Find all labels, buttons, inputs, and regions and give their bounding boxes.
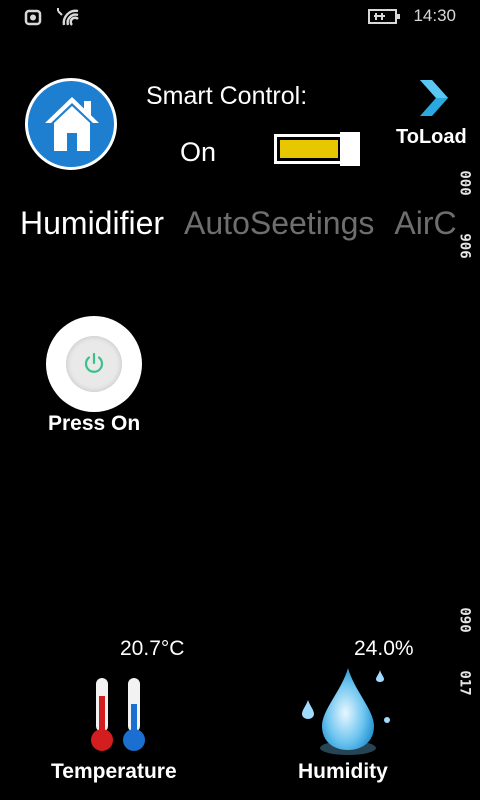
home-icon <box>45 97 99 151</box>
side-number-1: 000 <box>456 170 473 196</box>
smart-control-label: Smart Control: <box>146 82 308 110</box>
tab-humidifier[interactable]: Humidifier <box>20 205 164 242</box>
status-bar: 14:30 <box>0 0 480 34</box>
wifi-icon <box>57 8 79 26</box>
next-arrow-icon[interactable] <box>416 78 452 118</box>
home-button[interactable] <box>25 78 117 170</box>
temperature-label: Temperature <box>51 760 177 783</box>
sync-icon <box>24 9 42 26</box>
toggle-thumb[interactable] <box>340 132 360 166</box>
power-button[interactable] <box>46 316 142 412</box>
toggle-fill <box>280 140 338 158</box>
power-button-inner <box>66 336 122 392</box>
side-number-3: 090 <box>456 607 473 633</box>
smart-control-toggle[interactable] <box>274 132 360 166</box>
thermometer-icon <box>91 678 145 751</box>
water-drop-icon <box>302 668 390 755</box>
humidity-value: 24.0% <box>354 637 414 660</box>
humidity-label: Humidity <box>298 760 388 783</box>
temperature-value: 20.7°C <box>120 637 185 660</box>
battery-charging-icon <box>368 9 400 24</box>
press-on-label: Press On <box>48 412 141 435</box>
status-time: 14:30 <box>413 6 456 25</box>
tab-aircon[interactable]: AirC <box>394 205 456 242</box>
power-icon <box>84 352 104 373</box>
tab-autosettings[interactable]: AutoSeetings <box>184 205 374 242</box>
to-load-link[interactable]: ToLoad <box>396 126 467 149</box>
pivot-tabs: Humidifier AutoSeetings AirC <box>20 205 477 242</box>
smart-control-state: On <box>180 137 217 167</box>
side-number-4: 017 <box>456 670 473 696</box>
